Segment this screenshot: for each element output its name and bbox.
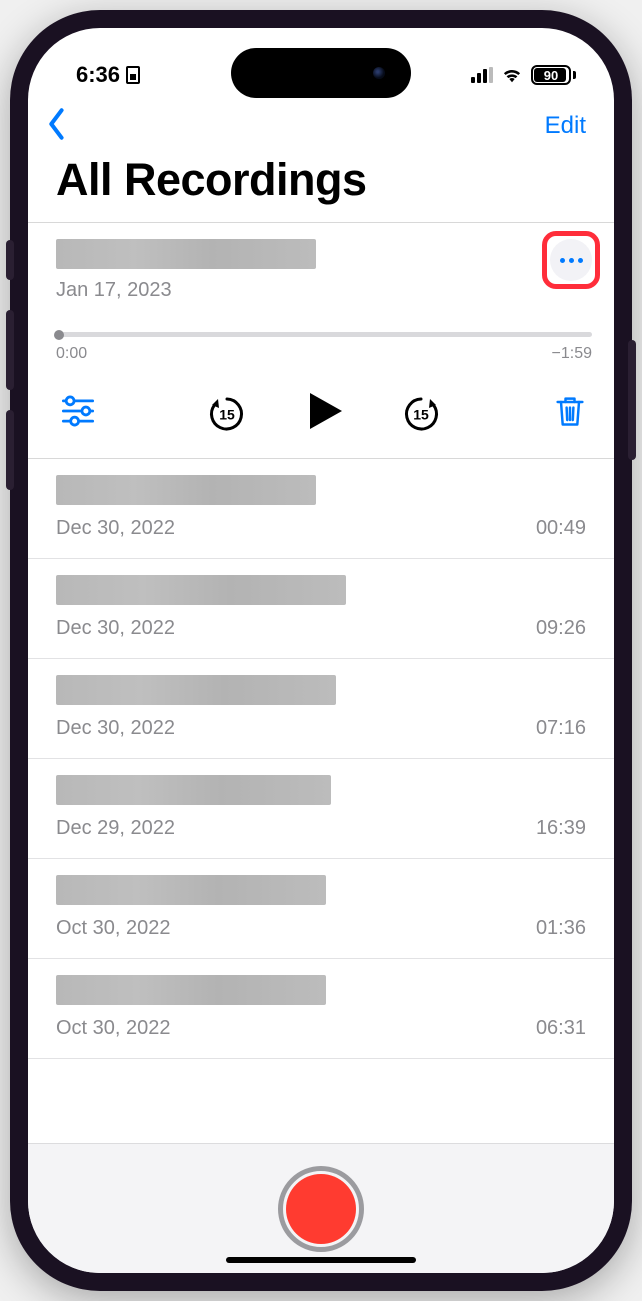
recording-row[interactable]: Dec 30, 2022 07:16	[28, 659, 614, 759]
skip-fwd-seconds: 15	[400, 406, 442, 422]
recording-title-redacted	[56, 775, 331, 805]
nav-bar: Edit	[28, 100, 614, 148]
phone-frame: 6:36 90	[10, 10, 632, 1291]
battery-pct: 90	[544, 68, 558, 83]
transport-controls: 15 15	[56, 389, 592, 438]
recording-title-redacted	[56, 875, 326, 905]
scrubber-position: 0:00	[56, 345, 87, 363]
recording-duration: 01:36	[536, 917, 586, 940]
volume-down-button	[6, 410, 14, 490]
recording-title-redacted	[56, 239, 316, 269]
battery-indicator: 90	[531, 65, 576, 85]
dynamic-island	[231, 48, 411, 98]
screen: 6:36 90	[28, 28, 614, 1273]
scrubber-remaining: −1:59	[552, 345, 592, 363]
recording-row[interactable]: Dec 29, 2022 16:39	[28, 759, 614, 859]
record-toolbar	[28, 1143, 614, 1273]
recordings-list[interactable]: Dec 30, 2022 00:49 Dec 30, 2022 09:26 De…	[28, 459, 614, 1143]
recording-duration: 00:49	[536, 517, 586, 540]
recording-row[interactable]: Dec 30, 2022 00:49	[28, 459, 614, 559]
highlight-annotation	[542, 231, 600, 289]
record-icon	[286, 1174, 356, 1244]
recording-date: Dec 29, 2022	[56, 817, 175, 840]
recording-date: Jan 17, 2023	[56, 279, 316, 302]
mute-switch	[6, 240, 14, 280]
page-title: All Recordings	[28, 148, 614, 222]
recording-date: Dec 30, 2022	[56, 617, 175, 640]
recording-date: Dec 30, 2022	[56, 517, 175, 540]
power-button	[628, 340, 636, 460]
cellular-signal-icon	[471, 67, 493, 83]
scrubber-knob[interactable]	[54, 330, 64, 340]
recording-duration: 16:39	[536, 817, 586, 840]
play-button[interactable]	[302, 389, 346, 438]
recording-row[interactable]: Dec 30, 2022 09:26	[28, 559, 614, 659]
wifi-icon	[501, 66, 523, 84]
skip-back-15-button[interactable]: 15	[206, 393, 248, 435]
record-button[interactable]	[278, 1166, 364, 1252]
recording-duration: 06:31	[536, 1017, 586, 1040]
recording-title-redacted	[56, 675, 336, 705]
status-time: 6:36	[76, 62, 120, 88]
recording-row[interactable]: Oct 30, 2022 01:36	[28, 859, 614, 959]
recording-row[interactable]: Oct 30, 2022 06:31	[28, 959, 614, 1059]
recording-duration: 07:16	[536, 717, 586, 740]
profile-card-icon	[126, 66, 140, 84]
recording-date: Oct 30, 2022	[56, 917, 171, 940]
skip-back-seconds: 15	[206, 406, 248, 422]
delete-button[interactable]	[552, 393, 588, 434]
recording-title-redacted	[56, 975, 326, 1005]
recording-date: Oct 30, 2022	[56, 1017, 171, 1040]
more-options-button[interactable]	[550, 239, 592, 281]
expanded-recording: Jan 17, 2023 0:00 −1:59	[28, 223, 614, 458]
playback-scrubber[interactable]: 0:00 −1:59	[56, 332, 592, 363]
recording-title-redacted	[56, 575, 346, 605]
recording-date: Dec 30, 2022	[56, 717, 175, 740]
recording-title-redacted	[56, 475, 316, 505]
volume-up-button	[6, 310, 14, 390]
home-indicator[interactable]	[226, 1257, 416, 1263]
playback-options-button[interactable]	[60, 393, 96, 434]
skip-forward-15-button[interactable]: 15	[400, 393, 442, 435]
edit-button[interactable]: Edit	[545, 112, 586, 140]
recording-duration: 09:26	[536, 617, 586, 640]
back-button[interactable]	[46, 108, 68, 145]
